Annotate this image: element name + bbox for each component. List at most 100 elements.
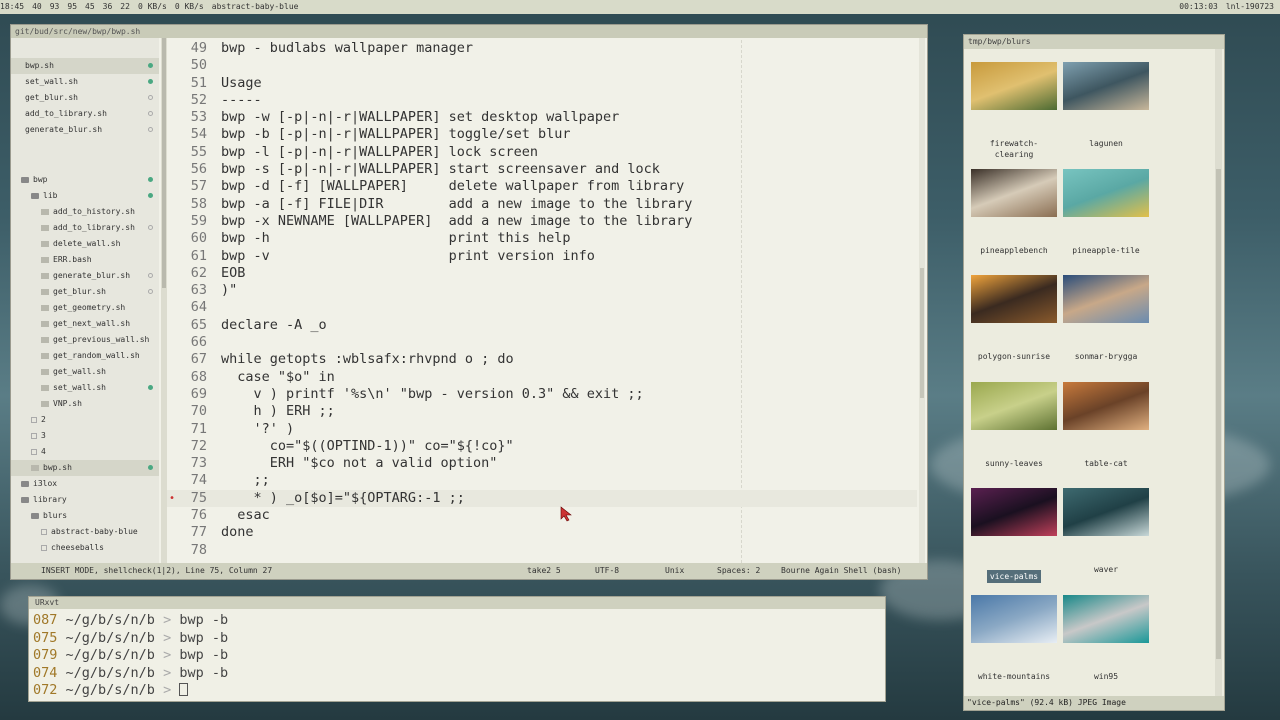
tree-item-label: cheeseballs: [51, 543, 104, 552]
tree-item[interactable]: get_blur.sh: [11, 90, 159, 106]
code-line[interactable]: 72 co="$((OPTIND-1))" co="${!co}": [167, 438, 917, 455]
thumbnail-item[interactable]: lagunen: [1063, 62, 1149, 149]
tree-item[interactable]: generate_blur.sh: [11, 122, 159, 138]
tree-item[interactable]: 3: [11, 428, 159, 444]
tree-item[interactable]: get_wall.sh: [11, 364, 159, 380]
line-number: 50: [190, 57, 207, 74]
code-line[interactable]: 73 ERH "$co not a valid option": [167, 455, 917, 472]
code-line[interactable]: 69 v ) printf '%s\n' "bwp - version 0.3"…: [167, 386, 917, 403]
code-line[interactable]: 59 bwp -x NEWNAME [WALLPAPER] add a new i…: [167, 213, 917, 230]
tree-item[interactable]: 4: [11, 444, 159, 460]
editor-statusbar: INSERT MODE, shellcheck(1|2), Line 75, C…: [11, 563, 927, 579]
code-line[interactable]: 58 bwp -a [-f] FILE|DIR add a new image t…: [167, 196, 917, 213]
thumbnail-item[interactable]: polygon-sunrise: [971, 275, 1057, 362]
code-line[interactable]: 66: [167, 334, 917, 351]
code-line[interactable]: 52 -----: [167, 92, 917, 109]
tree-item[interactable]: abstract-baby-blue: [11, 524, 159, 540]
code-line[interactable]: 65 declare -A _o: [167, 317, 917, 334]
tree-item[interactable]: bwp.sh: [11, 460, 159, 476]
status-indent[interactable]: Spaces: 2: [717, 563, 760, 579]
code-line[interactable]: 55 bwp -l [-p|-n|-r|WALLPAPER] lock scree…: [167, 144, 917, 161]
tree-item[interactable]: VNP.sh: [11, 396, 159, 412]
thumbnail-item[interactable]: firewatch-clearing: [971, 62, 1057, 160]
thumbnail-image: [971, 62, 1057, 110]
tree-item[interactable]: bwp.sh: [11, 58, 159, 74]
code-line[interactable]: 68 case "$o" in: [167, 369, 917, 386]
code-line[interactable]: 53 bwp -w [-p|-n|-r|WALLPAPER] set deskto…: [167, 109, 917, 126]
thumbnail-item[interactable]: table-cat: [1063, 381, 1149, 469]
tree-item[interactable]: get_geometry.sh: [11, 300, 159, 316]
tree-item[interactable]: get_random_wall.sh: [11, 348, 159, 364]
line-number: 76: [190, 507, 207, 524]
code-line[interactable]: 61 bwp -v print version info: [167, 248, 917, 265]
status-dot-icon: [148, 225, 153, 230]
code-text: bwp -a [-f] FILE|DIR add a new image to …: [221, 195, 693, 212]
tree-item[interactable]: set_wall.sh: [11, 74, 159, 90]
code-line[interactable]: 57 bwp -d [-f] [WALLPAPER] delete wallpap…: [167, 178, 917, 195]
code-line[interactable]: 74 ;;: [167, 472, 917, 489]
code-line[interactable]: 51 Usage: [167, 75, 917, 92]
code-line[interactable]: • 75 * ) _o[$o]="${OPTARG:-1 ;;: [167, 489, 917, 508]
status-syntax[interactable]: Bourne Again Shell (bash): [781, 563, 901, 579]
tree-item[interactable]: 2: [11, 412, 159, 428]
terminal-line: 079 ~/g/b/s/n/b > bwp -b: [29, 647, 885, 665]
terminal-line: 087 ~/g/b/s/n/b > bwp -b: [29, 612, 885, 630]
code-line[interactable]: 50: [167, 57, 917, 74]
code-line[interactable]: 71 '?' ): [167, 421, 917, 438]
code-line[interactable]: 63)": [167, 282, 917, 299]
tree-item[interactable]: add_to_history.sh: [11, 204, 159, 220]
tree-item[interactable]: library: [11, 492, 159, 508]
tree-item[interactable]: add_to_library.sh: [11, 106, 159, 122]
terminal-window[interactable]: URxvt 087 ~/g/b/s/n/b > bwp -b 075 ~/g/b/…: [28, 596, 886, 702]
status-eol[interactable]: Unix: [665, 563, 684, 579]
tree-item-label: get_previous_wall.sh: [53, 335, 150, 344]
code-text: bwp -h print this help: [221, 230, 571, 247]
thumbnail-item[interactable]: win95: [1063, 594, 1149, 682]
tree-item[interactable]: cheeseballs: [11, 540, 159, 556]
terminal-title: URxvt: [29, 597, 885, 609]
code-line[interactable]: 78: [167, 542, 917, 559]
thumbnail-item[interactable]: waver: [1063, 488, 1149, 575]
tree-item[interactable]: get_previous_wall.sh: [11, 332, 159, 348]
line-number: 73: [190, 455, 207, 472]
thumbnail-item[interactable]: white-mountains: [971, 594, 1057, 682]
viewer-scrollbar[interactable]: [1215, 49, 1222, 696]
tree-item[interactable]: add_to_library.sh: [11, 220, 159, 236]
tree-item[interactable]: set_wall.sh: [11, 380, 159, 396]
code-line[interactable]: 64: [167, 299, 917, 316]
code-line[interactable]: 70 h ) ERH ;;: [167, 403, 917, 420]
code-area[interactable]: 49 bwp - budlabs wallpaper manager 50 51 Usa…: [167, 40, 917, 563]
tree-item[interactable]: ERR.bash: [11, 252, 159, 268]
code-line[interactable]: 77 done: [167, 524, 917, 541]
status-mode: INSERT MODE, shellcheck(1|2), Line 75, C…: [41, 566, 273, 575]
command-text: bwp -b: [171, 629, 229, 646]
tree-item[interactable]: lib: [11, 188, 159, 204]
tree-item[interactable]: generate_blur.sh: [11, 268, 159, 284]
tree-item[interactable]: i3lox: [11, 476, 159, 492]
tree-item[interactable]: delete_wall.sh: [11, 236, 159, 252]
code-line[interactable]: 76 esac: [167, 507, 917, 524]
code-line[interactable]: 49 bwp - budlabs wallpaper manager: [167, 40, 917, 57]
tree-item[interactable]: get_blur.sh: [11, 284, 159, 300]
line-number: 55: [190, 143, 207, 160]
tree-item[interactable]: get_next_wall.sh: [11, 316, 159, 332]
code-line[interactable]: 54 bwp -b [-p|-n|-r|WALLPAPER] toggle/set…: [167, 126, 917, 143]
code-line[interactable]: 56 bwp -s [-p|-n|-r|WALLPAPER] start scre…: [167, 161, 917, 178]
tree-item[interactable]: blurs: [11, 508, 159, 524]
thumbnail-item[interactable]: pineapplebench: [971, 168, 1057, 256]
editor-scrollbar[interactable]: [919, 38, 925, 563]
code-line[interactable]: 62 EOB: [167, 265, 917, 282]
tree-item-label: get_blur.sh: [53, 287, 106, 296]
status-encoding[interactable]: UTF-8: [595, 563, 619, 579]
thumbnail-item[interactable]: pineapple-tile: [1063, 168, 1149, 256]
thumbnail-item[interactable]: vice-palms: [971, 488, 1057, 583]
eye-value: 45: [85, 2, 95, 11]
code-text: v ) printf '%s\n' "bwp - version 0.3" &&…: [221, 385, 644, 402]
code-line[interactable]: 67 while getopts :wblsafx:rhvpnd o ; do: [167, 351, 917, 368]
code-text: bwp -w [-p|-n|-r|WALLPAPER] set desktop …: [221, 109, 620, 126]
tree-item[interactable]: bwp: [11, 172, 159, 188]
command-text: [171, 682, 179, 698]
code-line[interactable]: 60 bwp -h print this help: [167, 230, 917, 247]
thumbnail-item[interactable]: sunny-leaves: [971, 381, 1057, 469]
thumbnail-item[interactable]: sonmar-brygga: [1063, 275, 1149, 362]
